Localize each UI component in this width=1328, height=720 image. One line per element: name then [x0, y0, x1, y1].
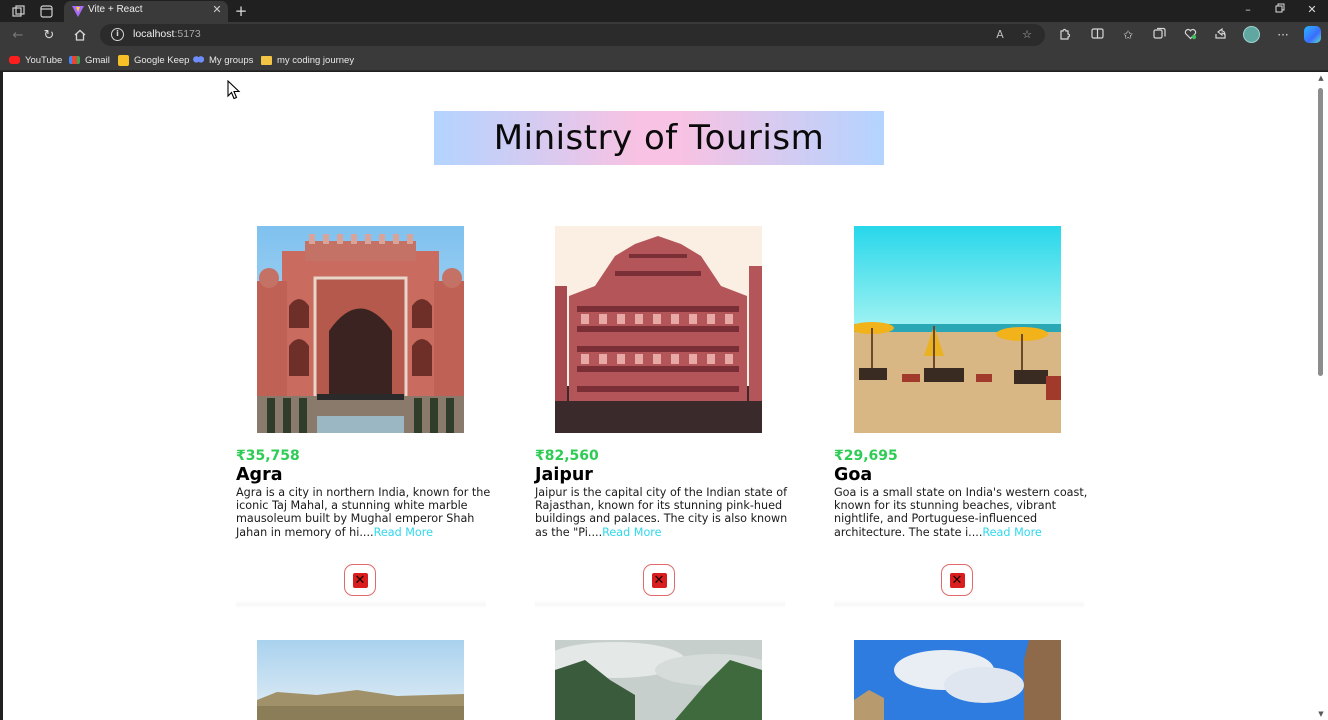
- read-more-link[interactable]: Read More: [982, 526, 1041, 539]
- browser-toolbar: ← ↻ i localhost:5173 A ☆ ✩ ···: [0, 22, 1328, 48]
- tour-description: Agra is a city in northern India, known …: [236, 486, 491, 539]
- page-viewport: Ministry of Tourism ₹35,758 Agra Agra is…: [3, 72, 1314, 720]
- folder-icon: [261, 55, 272, 65]
- tour-image-fort-sky: [854, 640, 1061, 720]
- read-aloud-icon[interactable]: A: [992, 28, 1008, 41]
- bookmark-google-keep[interactable]: Google Keep: [118, 53, 189, 67]
- remove-icon: ✕: [352, 572, 368, 588]
- browser-essentials-icon[interactable]: [1182, 27, 1198, 43]
- scroll-up-icon[interactable]: ▲: [1317, 74, 1325, 82]
- minimize-icon[interactable]: –: [1240, 3, 1256, 16]
- home-icon[interactable]: [71, 26, 89, 44]
- favorite-star-icon[interactable]: ☆: [1019, 28, 1035, 41]
- remove-tour-button[interactable]: ✕: [344, 564, 376, 596]
- tour-image-agra: [257, 226, 464, 433]
- tour-price: ₹82,560: [535, 448, 599, 464]
- address-bar[interactable]: i localhost:5173 A ☆: [100, 24, 1045, 46]
- close-tab-icon[interactable]: ✕: [210, 3, 224, 16]
- back-icon[interactable]: ←: [9, 26, 27, 44]
- title-bar: Vite + React ✕ + – ✕: [0, 0, 1328, 22]
- collections-icon[interactable]: [1151, 27, 1167, 43]
- mouse-cursor-icon: [227, 80, 241, 100]
- workspaces-icon[interactable]: [10, 3, 26, 19]
- read-more-link[interactable]: Read More: [602, 526, 661, 539]
- split-screen-icon[interactable]: [1089, 27, 1105, 43]
- bookmark-my-groups[interactable]: My groups: [193, 53, 253, 67]
- close-window-icon[interactable]: ✕: [1304, 3, 1320, 16]
- tour-image-palace-riverfront: [257, 640, 464, 720]
- tour-description: Jaipur is the capital city of the Indian…: [535, 486, 788, 539]
- refresh-icon[interactable]: ↻: [40, 26, 58, 44]
- tab-actions-icon[interactable]: [38, 3, 54, 19]
- tour-description: Goa is a small state on India's western …: [834, 486, 1088, 539]
- more-icon[interactable]: ···: [1275, 27, 1291, 43]
- tour-image-goa: [854, 226, 1061, 433]
- remove-icon: ✕: [651, 572, 667, 588]
- url-text[interactable]: localhost:5173: [133, 28, 201, 40]
- bookmark-my-coding-journey[interactable]: my coding journey: [261, 53, 354, 67]
- bookmark-youtube[interactable]: YouTube: [9, 53, 62, 67]
- page-scrollbar[interactable]: ▲ ▼: [1314, 72, 1328, 720]
- restore-icon[interactable]: [1272, 3, 1288, 16]
- tour-name: Jaipur: [535, 465, 593, 485]
- profile-avatar[interactable]: [1243, 26, 1260, 43]
- card-divider: [535, 600, 785, 608]
- tour-price: ₹29,695: [834, 448, 898, 464]
- card-divider: [236, 600, 486, 608]
- extensions-icon[interactable]: [1056, 27, 1072, 43]
- youtube-icon: [9, 56, 20, 64]
- google-keep-icon: [118, 54, 129, 66]
- tour-image-jaipur: [555, 226, 762, 433]
- bookmark-gmail[interactable]: Gmail: [69, 53, 110, 67]
- share-icon[interactable]: [1212, 27, 1228, 43]
- copilot-icon[interactable]: [1304, 26, 1321, 43]
- page-title-banner: Ministry of Tourism: [434, 111, 884, 165]
- site-info-icon[interactable]: i: [111, 28, 124, 41]
- tour-name: Agra: [236, 465, 283, 485]
- tour-price: ₹35,758: [236, 448, 300, 464]
- tab-title: Vite + React: [88, 4, 143, 15]
- remove-icon: ✕: [949, 572, 965, 588]
- read-more-link[interactable]: Read More: [374, 526, 433, 539]
- tour-image-misty-hills: [555, 640, 762, 720]
- favorites-icon[interactable]: ✩: [1120, 27, 1136, 43]
- remove-tour-button[interactable]: ✕: [643, 564, 675, 596]
- new-tab-icon[interactable]: +: [233, 2, 249, 20]
- vite-logo-icon: [72, 6, 84, 17]
- remove-tour-button[interactable]: ✕: [941, 564, 973, 596]
- gmail-icon: [69, 56, 80, 64]
- scrollbar-thumb[interactable]: [1318, 88, 1323, 376]
- tour-name: Goa: [834, 465, 873, 485]
- scroll-down-icon[interactable]: ▼: [1317, 710, 1325, 718]
- groups-icon: [193, 54, 204, 66]
- card-divider: [834, 600, 1084, 608]
- tab-active[interactable]: Vite + React ✕: [64, 1, 228, 22]
- bookmarks-bar: YouTube Gmail Google Keep My groups my c…: [0, 48, 1328, 71]
- page-title: Ministry of Tourism: [493, 118, 825, 158]
